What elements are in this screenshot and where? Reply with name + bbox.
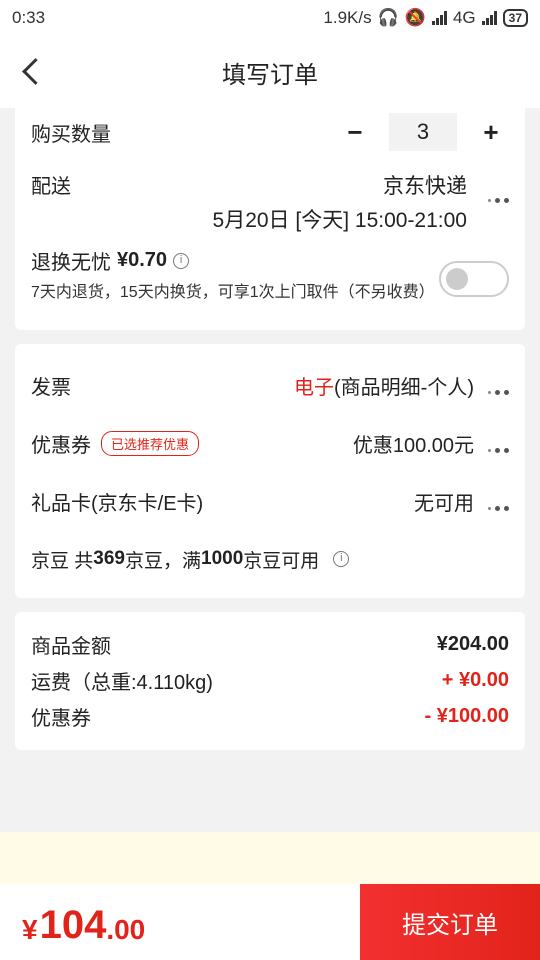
invoice-detail: (商品明细-个人) — [334, 376, 474, 399]
mute-icon: 🔕 — [404, 8, 426, 27]
battery-icon: 37 — [502, 9, 528, 27]
shipping-carrier: 京东快递 — [383, 175, 467, 198]
coupon-row[interactable]: 优惠券 已选推荐优惠 优惠100.00元 — [31, 414, 509, 472]
goods-amount: ¥204.00 — [436, 632, 509, 655]
jingdou-row: 京豆 共 369 京豆，满 1000 京豆可用 i — [31, 530, 509, 588]
insurance-description: 7天内退货，15天内换货，可享1次上门取件（不另收费） — [31, 284, 435, 301]
status-bar: 0:33 1.9K/s 🎧 🔕 4G 37 — [0, 0, 540, 36]
notice-bar — [0, 832, 540, 884]
shipping-info: 京东快递 5月20日 [今天] 15:00-21:00 — [213, 170, 467, 238]
coupon-value-wrap: 优惠100.00元 — [353, 429, 509, 458]
insurance-title: 退换无忧 ¥0.70 i — [31, 246, 509, 275]
insurance-row: 退换无忧 ¥0.70 i 7天内退货，15天内换货，可享1次上门取件（不另收费） — [31, 246, 509, 330]
status-time: 0:33 — [12, 8, 46, 27]
jingdou-mid: 京豆，满 — [124, 550, 201, 572]
freight-label: 运费（总重:4.110kg) — [31, 671, 213, 694]
more-icon[interactable] — [488, 505, 509, 511]
coupon-label: 优惠券 — [31, 434, 91, 457]
goods-amount-row: 商品金额 ¥204.00 — [31, 626, 509, 662]
invoice-type: 电子 — [294, 376, 335, 399]
jingdou-suffix: 京豆可用 — [243, 550, 320, 572]
delivery-card: 购买数量 − 3 + 配送 京东快递 5月20日 [今天] 15:00-21:0… — [15, 108, 525, 330]
more-icon[interactable] — [488, 198, 509, 203]
checkout-bar: ¥ 104 .00 提交订单 — [0, 884, 540, 960]
coupon-label-wrap: 优惠券 已选推荐优惠 — [31, 429, 200, 458]
invoice-row[interactable]: 发票 电子(商品明细-个人) — [31, 356, 509, 414]
order-form[interactable]: 购买数量 − 3 + 配送 京东快递 5月20日 [今天] 15:00-21:0… — [0, 108, 540, 832]
headset-icon: 🎧 — [377, 8, 399, 27]
network-type: 4G — [452, 8, 476, 27]
coupon-summary-amount: - ¥100.00 — [424, 704, 509, 727]
coupon-value: 优惠100.00元 — [352, 434, 474, 457]
status-indicators: 1.9K/s 🎧 🔕 4G 37 — [323, 8, 528, 28]
signal-icon-2 — [481, 11, 497, 25]
coupon-summary-row: 优惠券 - ¥100.00 — [31, 698, 509, 734]
price-summary-card: 商品金额 ¥204.00 运费（总重:4.110kg) + ¥0.00 优惠券 … — [15, 612, 525, 750]
total-currency: ¥ — [22, 914, 38, 945]
submit-order-button[interactable]: 提交订单 — [360, 884, 540, 960]
insurance-toggle[interactable] — [439, 261, 509, 297]
page-title: 填写订单 — [222, 61, 318, 89]
jingdou-prefix: 京豆 共 — [31, 550, 94, 572]
total-integer: 104 — [39, 903, 107, 947]
network-speed: 1.9K/s — [323, 8, 372, 27]
back-arrow-icon[interactable] — [18, 58, 46, 86]
shipping-row[interactable]: 配送 京东快递 5月20日 [今天] 15:00-21:00 — [31, 108, 509, 232]
invoice-label: 发票 — [31, 376, 71, 399]
payment-options-card: 发票 电子(商品明细-个人) 优惠券 已选推荐优惠 优惠100.00元 礼品卡(京… — [15, 344, 525, 598]
total-decimal: .00 — [106, 914, 146, 945]
freight-row: 运费（总重:4.110kg) + ¥0.00 — [31, 662, 509, 698]
shipping-slot: 5月20日 [今天] 15:00-21:00 — [212, 209, 467, 232]
info-icon[interactable]: i — [173, 252, 190, 269]
giftcard-label: 礼品卡(京东卡/E卡) — [31, 492, 204, 515]
nav-bar: 填写订单 — [0, 36, 540, 108]
more-icon[interactable] — [488, 389, 509, 395]
coupon-summary-label: 优惠券 — [31, 707, 91, 730]
shipping-label: 配送 — [31, 176, 71, 198]
insurance-price: ¥0.70 — [117, 249, 168, 271]
giftcard-value-wrap: 无可用 — [414, 487, 509, 516]
goods-label: 商品金额 — [31, 635, 111, 658]
freight-amount: + ¥0.00 — [441, 668, 509, 691]
invoice-value: 电子(商品明细-个人) — [294, 371, 509, 400]
giftcard-row[interactable]: 礼品卡(京东卡/E卡) 无可用 — [31, 472, 509, 530]
coupon-badge: 已选推荐优惠 — [101, 430, 200, 456]
more-icon[interactable] — [488, 447, 509, 453]
total-price: ¥ 104 .00 — [0, 884, 360, 960]
info-icon[interactable]: i — [333, 551, 350, 567]
jingdou-count: 369 — [93, 548, 125, 569]
insurance-name: 退换无忧 — [31, 252, 111, 274]
giftcard-value: 无可用 — [414, 492, 474, 515]
jingdou-threshold: 1000 — [201, 548, 244, 569]
signal-icon — [431, 11, 447, 25]
